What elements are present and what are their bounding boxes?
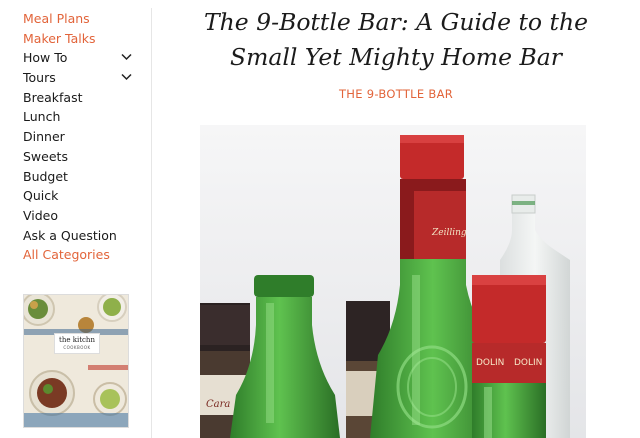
sidebar-item-label: Video — [23, 207, 59, 223]
cookbook-promo[interactable]: the kitchn COOKBOOK — [23, 294, 129, 428]
article-title: The 9-Bottle Bar: A Guide to the Small Y… — [152, 5, 640, 75]
section-link[interactable]: THE 9-BOTTLE BAR — [152, 87, 640, 101]
cookbook-cover-image — [24, 295, 128, 427]
sidebar-item-label: How To — [23, 50, 68, 66]
article-title-line-1: The 9-Bottle Bar: A Guide to the — [203, 8, 588, 36]
chevron-down-icon[interactable] — [121, 73, 132, 81]
sidebar-item-label: Maker Talks — [23, 30, 96, 46]
cookbook-title-card: the kitchn COOKBOOK — [54, 333, 100, 354]
sidebar-item-quick[interactable]: Quick — [23, 186, 138, 206]
sidebar-item-label: Meal Plans — [23, 11, 90, 26]
sidebar-item-budget[interactable]: Budget — [23, 167, 138, 187]
svg-text:Zeilling: Zeilling — [431, 228, 467, 238]
sidebar-item-label: Quick — [23, 188, 59, 204]
sidebar-item-how-to[interactable]: How To — [23, 48, 138, 68]
sidebar-item-ask-a-question[interactable]: Ask a Question — [23, 226, 138, 246]
cookbook-title: the kitchn — [59, 336, 95, 344]
article-title-line-2: Small Yet Mighty Home Bar — [230, 43, 562, 71]
sidebar: Meal Plans Maker Talks How To Tours Breakfas… — [0, 0, 150, 438]
sidebar-item-lunch[interactable]: Lunch — [23, 107, 138, 127]
sidebar-item-label: Dinner — [23, 129, 65, 145]
sidebar-item-label: Sweets — [23, 148, 68, 164]
svg-text:DOLIN: DOLIN — [514, 358, 542, 368]
sidebar-item-tours[interactable]: Tours — [23, 68, 138, 88]
bottles-photo-icon: Cara Zeilling DOLIN DOLIN — [200, 125, 586, 438]
sidebar-item-sweets[interactable]: Sweets — [23, 147, 138, 167]
svg-text:DOLIN: DOLIN — [476, 358, 504, 368]
sidebar-item-all-categories[interactable]: All Categories — [23, 245, 138, 265]
sidebar-item-label: Tours — [23, 70, 56, 86]
sidebar-item-label: Lunch — [23, 109, 61, 125]
chevron-down-icon[interactable] — [121, 53, 132, 61]
hero-image: Cara Zeilling DOLIN DOLIN — [200, 125, 586, 438]
category-nav: Meal Plans Maker Talks How To Tours Breakfas… — [23, 9, 138, 265]
cookbook-subtitle: COOKBOOK — [63, 345, 91, 350]
sidebar-item-label: Ask a Question — [23, 227, 117, 243]
sidebar-item-dinner[interactable]: Dinner — [23, 127, 138, 147]
sidebar-item-video[interactable]: Video — [23, 206, 138, 226]
sidebar-item-label: Budget — [23, 168, 68, 184]
sidebar-item-maker-talks[interactable]: Maker Talks — [23, 29, 138, 49]
article-main: The 9-Bottle Bar: A Guide to the Small Y… — [152, 0, 640, 438]
sidebar-item-meal-plans[interactable]: Meal Plans — [23, 9, 138, 29]
svg-text:Cara: Cara — [206, 399, 230, 410]
sidebar-item-label: All Categories — [23, 247, 110, 263]
sidebar-item-breakfast[interactable]: Breakfast — [23, 88, 138, 108]
sidebar-item-label: Breakfast — [23, 89, 83, 105]
